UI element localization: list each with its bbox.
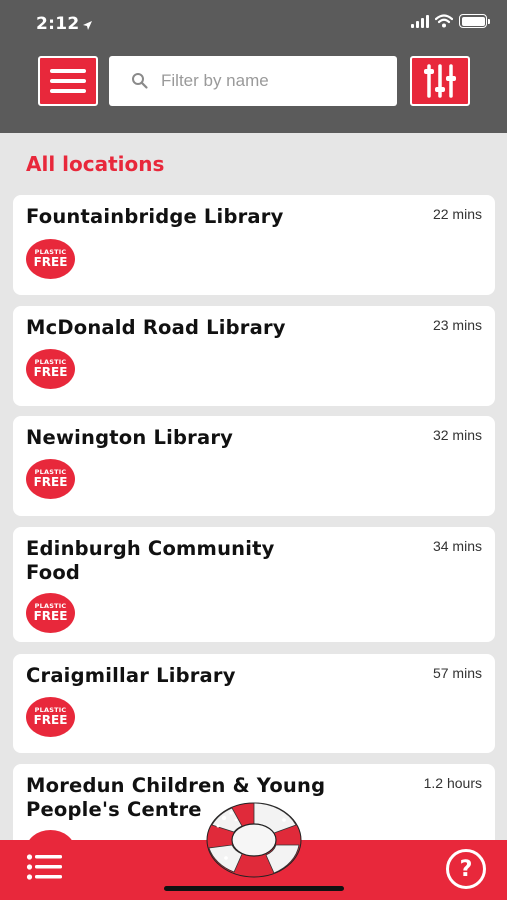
location-card[interactable]: Newington Library 32 mins PLASTIC FREE: [13, 416, 495, 516]
plastic-free-badge: PLASTIC FREE: [26, 697, 75, 737]
filter-button[interactable]: [410, 56, 470, 106]
travel-time: 1.2 hours: [423, 775, 482, 791]
home-indicator: [164, 886, 344, 891]
location-name: Fountainbridge Library: [26, 205, 284, 228]
signal-icon: [411, 14, 429, 28]
wifi-icon: [435, 14, 453, 28]
location-card[interactable]: Edinburgh Community Food 34 mins PLASTIC…: [13, 527, 495, 642]
location-name: Edinburgh Community Food: [26, 537, 275, 584]
plastic-free-badge: PLASTIC FREE: [26, 459, 75, 499]
search-icon: [132, 73, 148, 89]
travel-time: 32 mins: [432, 427, 482, 443]
travel-time: 22 mins: [432, 206, 482, 222]
search-input[interactable]: [161, 56, 387, 106]
hamburger-menu-icon: [50, 69, 86, 73]
location-card[interactable]: McDonald Road Library 23 mins PLASTIC FR…: [13, 306, 495, 406]
travel-time: 34 mins: [432, 538, 482, 554]
battery-icon: [459, 14, 490, 28]
menu-button[interactable]: [38, 56, 98, 106]
sliders-filter-icon: [424, 64, 456, 98]
location-name: McDonald Road Library: [26, 316, 286, 339]
app-header: 2:12: [0, 0, 507, 133]
status-indicators: [411, 14, 490, 28]
location-arrow-icon: [82, 18, 93, 36]
plastic-free-badge: PLASTIC FREE: [26, 349, 75, 389]
location-card[interactable]: Fountainbridge Library 22 mins PLASTIC F…: [13, 195, 495, 295]
list-icon[interactable]: [26, 852, 64, 882]
location-card[interactable]: Craigmillar Library 57 mins PLASTIC FREE: [13, 654, 495, 753]
section-title: All locations: [26, 152, 165, 176]
location-name: Craigmillar Library: [26, 664, 236, 687]
location-name: Newington Library: [26, 426, 234, 449]
question-mark-icon[interactable]: ?: [446, 849, 486, 889]
lifebuoy-icon[interactable]: [204, 800, 304, 880]
travel-time: 23 mins: [432, 317, 482, 333]
travel-time: 57 mins: [432, 665, 482, 681]
status-bar: 2:12: [0, 0, 507, 50]
search-box[interactable]: [109, 56, 397, 106]
plastic-free-badge: PLASTIC FREE: [26, 239, 75, 279]
status-time: 2:12: [36, 14, 80, 34]
plastic-free-badge: PLASTIC FREE: [26, 593, 75, 633]
